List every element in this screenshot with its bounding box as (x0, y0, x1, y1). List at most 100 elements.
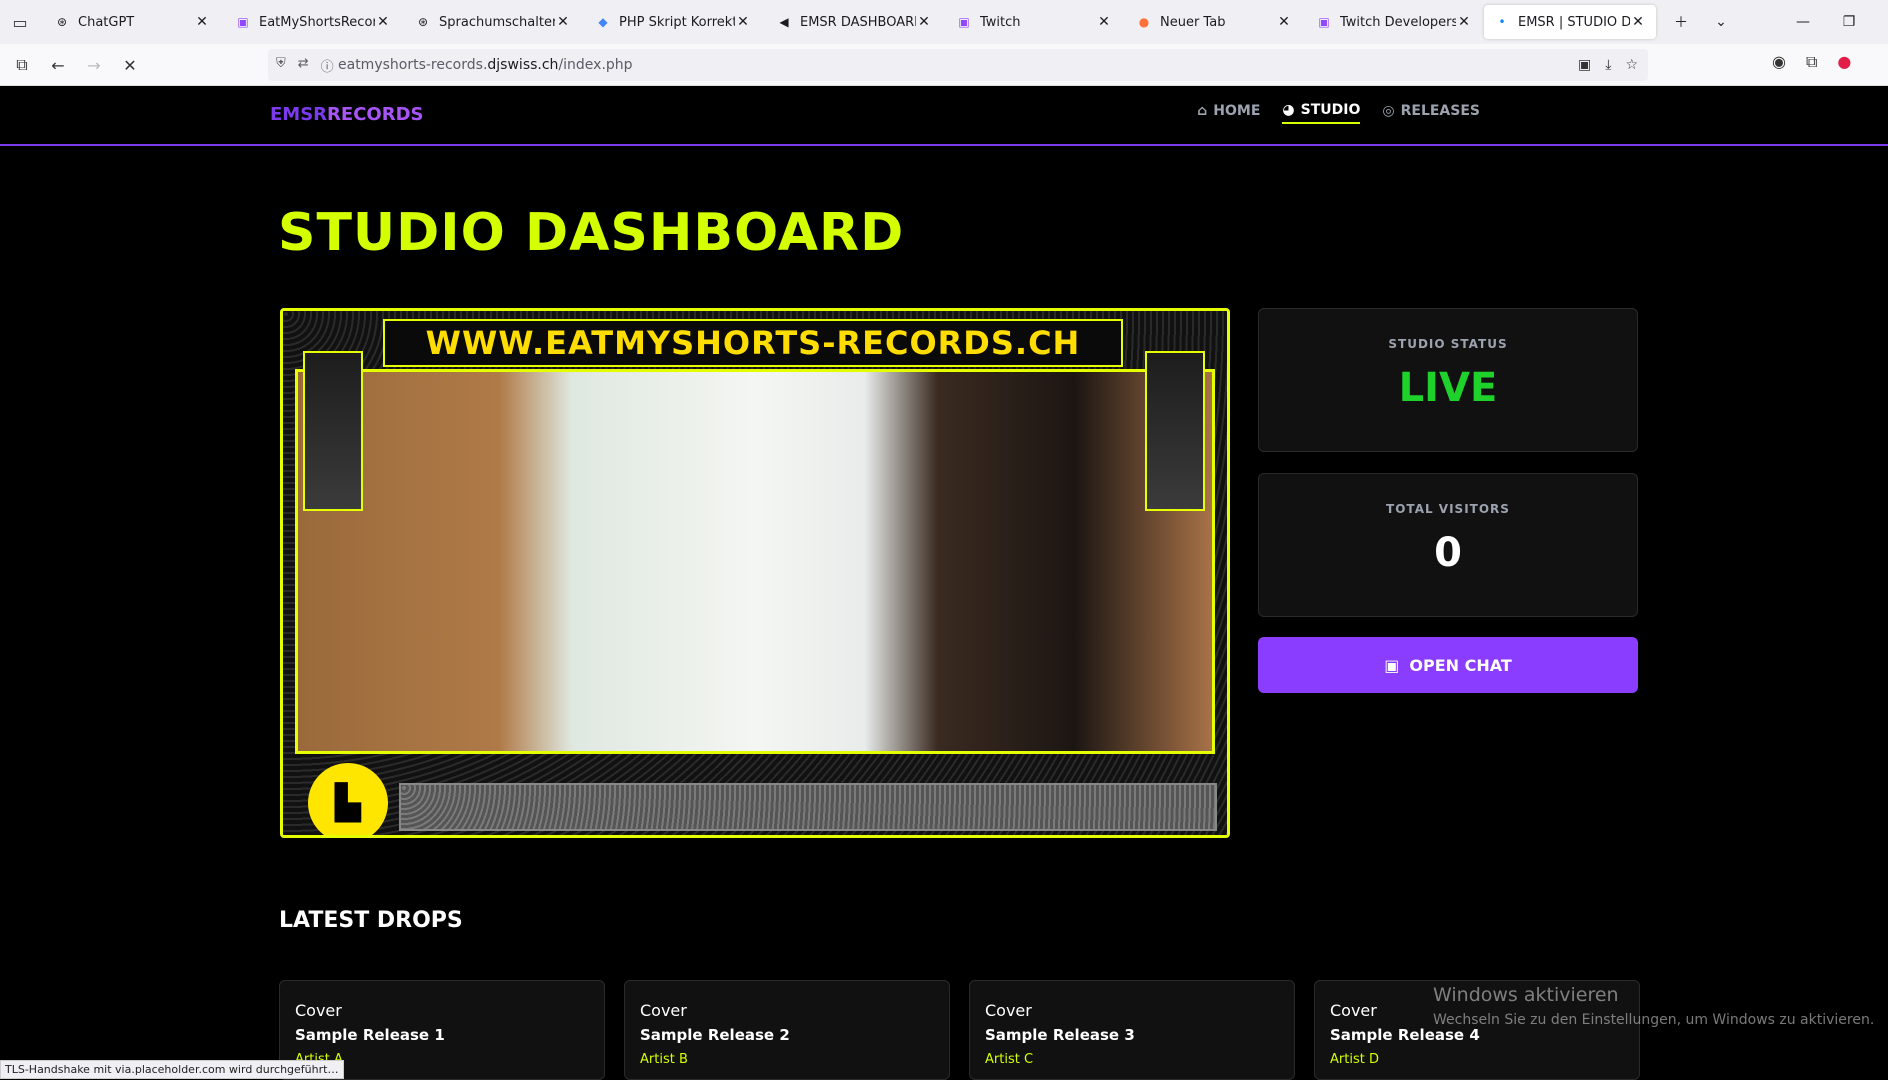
release-card[interactable]: Cover Sample Release 2 Artist B (624, 980, 950, 1080)
tab-title: Sprachumschalter Integ (439, 14, 555, 30)
close-icon[interactable]: ✕ (1096, 14, 1112, 30)
disc-icon: ◎ (1382, 103, 1395, 119)
browser-tab[interactable]: ▣ Twitch Developers ✕ (1306, 5, 1482, 39)
player-banner: WWW.EATMYSHORTS-RECORDS.CH (383, 319, 1123, 367)
studio-icon: ◕ (1282, 102, 1295, 118)
close-icon[interactable]: ✕ (1630, 14, 1646, 30)
permissions-icon[interactable]: ⇄ (298, 56, 309, 75)
tab-title: EMSR | STUDIO DASHB (1518, 14, 1630, 30)
stream-player[interactable]: WWW.EATMYSHORTS-RECORDS.CH ▙ (280, 308, 1230, 838)
chatgpt-icon: ⊛ (417, 15, 429, 29)
release-name: Sample Release 2 (640, 1026, 790, 1044)
maximize-icon[interactable]: ❐ (1826, 0, 1872, 44)
latest-drops-title: LATEST DROPS (279, 908, 463, 933)
studio-status-value: LIVE (1398, 365, 1498, 411)
open-chat-button[interactable]: ▣ OPEN CHAT (1258, 637, 1638, 693)
home-icon: ⌂ (1197, 103, 1208, 119)
tab-title: ChatGPT (78, 14, 135, 30)
extensions-icon[interactable]: ⧉ (1806, 52, 1817, 72)
close-icon[interactable]: ✕ (916, 14, 932, 30)
browser-tab-active[interactable]: • EMSR | STUDIO DASHB ✕ (1484, 5, 1656, 39)
tab-list-icon[interactable]: ▭ (0, 0, 40, 44)
tab-title: Twitch Developers (1340, 14, 1456, 30)
speaker-left-icon (303, 351, 363, 511)
tab-title: Twitch (980, 14, 1021, 30)
firefox-icon: ● (1138, 15, 1150, 29)
browser-tab[interactable]: ◆ PHP Skript Korrekturen ✕ (585, 5, 761, 39)
release-artist: Artist B (640, 1052, 688, 1067)
release-artist: Artist D (1330, 1052, 1379, 1067)
back-icon[interactable]: ← (44, 52, 72, 78)
browser-tab[interactable]: ⊛ ChatGPT ✕ (44, 5, 220, 39)
speaker-icon: ◀ (779, 15, 789, 29)
tab-title: PHP Skript Korrekturen (619, 14, 735, 30)
account-icon[interactable]: ◉ (1772, 52, 1786, 72)
chevron-down-icon[interactable]: ⌄ (1698, 0, 1744, 44)
nav-home[interactable]: ⌂ HOME (1197, 102, 1260, 124)
close-icon[interactable]: ✕ (1456, 14, 1472, 30)
nav-label: STUDIO (1300, 102, 1361, 118)
pip-icon[interactable]: ▣ (1578, 57, 1591, 73)
video-feed[interactable] (295, 369, 1215, 754)
twitch-icon: ▣ (958, 15, 970, 29)
close-icon[interactable]: ✕ (555, 14, 571, 30)
gemini-icon: ◆ (598, 15, 608, 29)
browser-tab[interactable]: ⊛ Sprachumschalter Integ ✕ (405, 5, 581, 39)
site-header: EMSRRECORDS ⌂ HOME ◕ STUDIO ◎ RELEASES (0, 86, 1888, 146)
info-icon[interactable]: ⓘ (321, 56, 334, 75)
stop-icon[interactable]: ✕ (116, 52, 144, 78)
browser-tab[interactable]: ▣ EatMyShortsRecords - ✕ (225, 5, 401, 39)
chatgpt-icon: ⊛ (56, 15, 68, 29)
release-name: Sample Release 4 (1330, 1026, 1480, 1044)
total-visitors-label: TOTAL VISITORS (1386, 502, 1510, 516)
close-icon[interactable]: ✕ (375, 14, 391, 30)
nav-label: HOME (1213, 103, 1261, 119)
twitch-icon: ▣ (237, 15, 249, 29)
nav-label: RELEASES (1400, 103, 1480, 119)
url-prefix: eatmyshorts-records. (338, 57, 488, 73)
open-chat-label: OPEN CHAT (1409, 655, 1512, 675)
player-bottom-bar (399, 783, 1217, 831)
logo-part-1: EMSR (270, 104, 328, 125)
page-title: STUDIO DASHBOARD (278, 203, 905, 263)
release-card[interactable]: Cover Sample Release 3 Artist C (969, 980, 1295, 1080)
website: EMSRRECORDS ⌂ HOME ◕ STUDIO ◎ RELEASES S… (0, 86, 1888, 1080)
release-cover: Cover (295, 1001, 342, 1020)
addon-icon[interactable]: ● (1837, 52, 1851, 72)
browser-tab[interactable]: ● Neuer Tab ✕ (1126, 5, 1302, 39)
browser-tab[interactable]: ▣ Twitch ✕ (946, 5, 1122, 39)
release-cover: Cover (985, 1001, 1032, 1020)
sidebar-icon[interactable]: ⧉ (8, 52, 36, 78)
nav-studio[interactable]: ◕ STUDIO (1282, 102, 1361, 124)
close-icon[interactable]: ✕ (194, 14, 210, 30)
windows-activation-watermark: Windows aktivieren Wechseln Sie zu den E… (1433, 984, 1874, 1028)
close-icon[interactable]: ✕ (735, 14, 751, 30)
browser-toolbar: ⧉ ← → ✕ ⛨ ⇄ ⓘ eatmyshorts-records. djswis… (0, 44, 1888, 86)
twitch-icon: ▣ (1384, 655, 1400, 675)
save-icon[interactable]: ⤓ (1605, 57, 1611, 73)
tab-title: Neuer Tab (1160, 14, 1226, 30)
total-visitors-card: TOTAL VISITORS 0 (1258, 473, 1638, 617)
url-bar[interactable]: ⛨ ⇄ ⓘ eatmyshorts-records. djswiss.ch/ind… (268, 49, 1648, 81)
browser-tab-bar: ▭ ⊛ ChatGPT ✕ ▣ EatMyShortsRecords - ✕ ⊛… (0, 0, 1888, 44)
browser-tab[interactable]: ◀ EMSR DASHBOARD ✕ (766, 5, 942, 39)
site-logo[interactable]: EMSRRECORDS (270, 104, 423, 125)
release-name: Sample Release 1 (295, 1026, 445, 1044)
release-cover: Cover (640, 1001, 687, 1020)
tab-title: EMSR DASHBOARD (800, 14, 916, 30)
release-name: Sample Release 3 (985, 1026, 1135, 1044)
watermark-text: Wechseln Sie zu den Einstellungen, um Wi… (1433, 1012, 1875, 1028)
shorts-logo-icon: ▙ (308, 763, 388, 835)
browser-status-text: TLS-Handshake mit via.placeholder.com wi… (0, 1060, 344, 1079)
minimize-icon[interactable]: — (1780, 0, 1826, 44)
watermark-title: Windows aktivieren (1433, 984, 1619, 1006)
studio-status-label: STUDIO STATUS (1388, 337, 1508, 351)
main-nav: ⌂ HOME ◕ STUDIO ◎ RELEASES (1197, 102, 1480, 124)
twitch-icon: ▣ (1318, 15, 1330, 29)
forward-icon[interactable]: → (80, 52, 108, 78)
nav-releases[interactable]: ◎ RELEASES (1382, 102, 1480, 124)
studio-status-card: STUDIO STATUS LIVE (1258, 308, 1638, 452)
bookmark-star-icon[interactable]: ☆ (1625, 57, 1638, 73)
close-icon[interactable]: ✕ (1276, 14, 1292, 30)
shield-icon[interactable]: ⛨ (276, 56, 286, 75)
